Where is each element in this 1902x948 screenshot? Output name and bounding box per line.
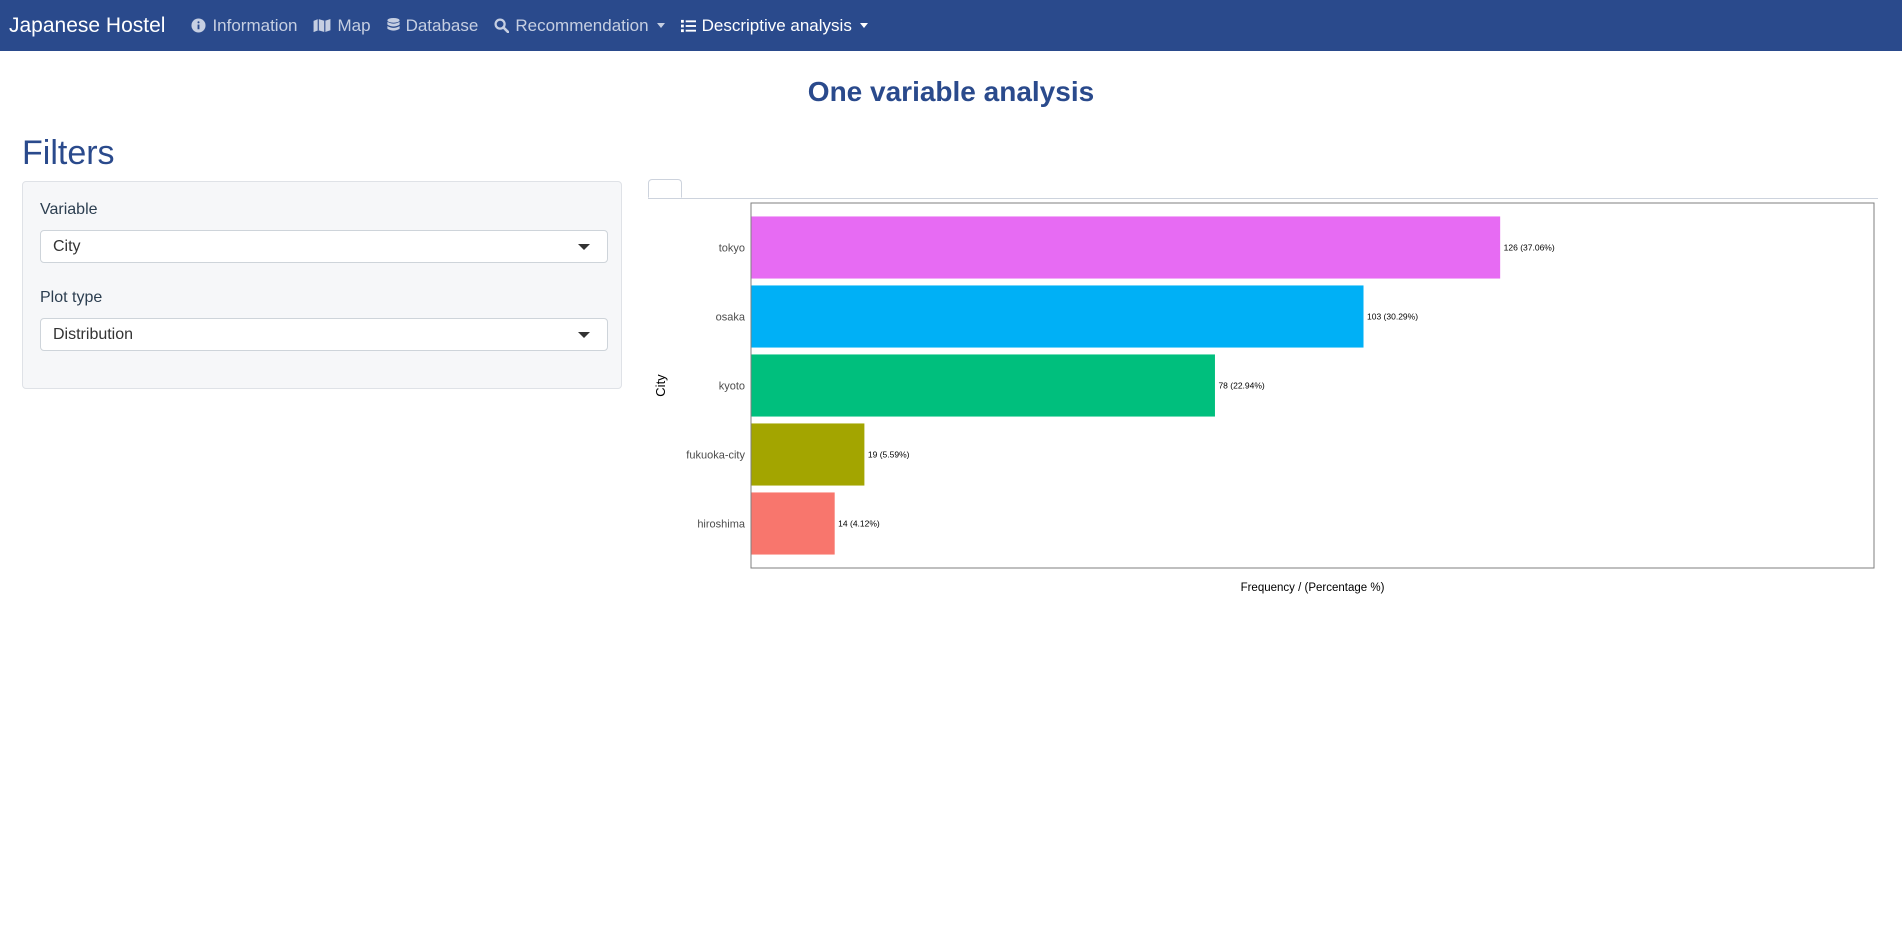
list-icon [680, 19, 696, 32]
database-icon [386, 18, 400, 31]
plot-type-select-value: Distribution [53, 326, 134, 343]
bar [751, 216, 1501, 279]
tab-plot[interactable] [648, 179, 682, 198]
data-label: 78 (22.94%) [1218, 381, 1264, 391]
tab-strip [648, 179, 1878, 199]
y-tick-label: hiroshima [697, 519, 746, 531]
y-axis-title: City [653, 374, 668, 397]
chevron-down-icon [859, 23, 868, 28]
y-tick-label: kyoto [719, 381, 745, 393]
variable-label: Variable [40, 201, 98, 218]
nav-item-information[interactable]: Information [191, 16, 297, 36]
variable-select[interactable]: City [40, 230, 608, 263]
nav-item-label: Descriptive analysis [701, 15, 852, 35]
bar [751, 354, 1215, 417]
search-icon [494, 18, 510, 33]
x-axis-title: Frequency / (Percentage %) [1241, 582, 1385, 594]
plot-type-select[interactable]: Distribution [40, 318, 608, 351]
nav-item-database[interactable]: Database [386, 15, 479, 36]
nav-item-label: Database [405, 15, 479, 35]
data-label: 126 (37.06%) [1504, 243, 1555, 253]
nav-item-label: Map [337, 15, 371, 35]
nav-item-map[interactable]: Map [313, 15, 371, 36]
data-label: 14 (4.12%) [838, 519, 880, 529]
nav-item-label: Recommendation [515, 15, 649, 35]
plot-type-label: Plot type [40, 289, 103, 306]
y-tick-label: osaka [716, 312, 746, 324]
variable-select-value: City [53, 238, 81, 255]
navbar: Japanese Hostel Information Map Database… [0, 0, 1902, 51]
bar-chart: tokyo 126 (37.06%) osaka 103 (30.29%) kyoto 7… [653, 202, 1875, 594]
page-title: One variable analysis [807, 76, 1095, 107]
y-tick-label: tokyo [719, 243, 745, 255]
brand[interactable]: Japanese Hostel [9, 14, 165, 38]
data-label: 103 (30.29%) [1367, 312, 1418, 322]
y-tick-label: fukuoka-city [686, 450, 745, 462]
chevron-down-icon [578, 244, 590, 250]
chevron-down-icon [578, 332, 590, 338]
nav-item-recommendation[interactable]: Recommendation [494, 15, 665, 36]
filter-panel: Variable City Plot type Distribution [22, 181, 622, 389]
map-icon [314, 18, 331, 33]
chevron-down-icon [656, 23, 665, 28]
bar [751, 492, 835, 555]
info-circle-icon [191, 18, 206, 33]
data-label: 19 (5.59%) [868, 450, 910, 460]
filters-heading: Filters [22, 134, 115, 172]
bar [751, 423, 865, 486]
bar [751, 285, 1364, 348]
nav-item-label: Information [212, 15, 298, 35]
nav-item-descriptive-analysis[interactable]: Descriptive analysis [680, 15, 868, 36]
